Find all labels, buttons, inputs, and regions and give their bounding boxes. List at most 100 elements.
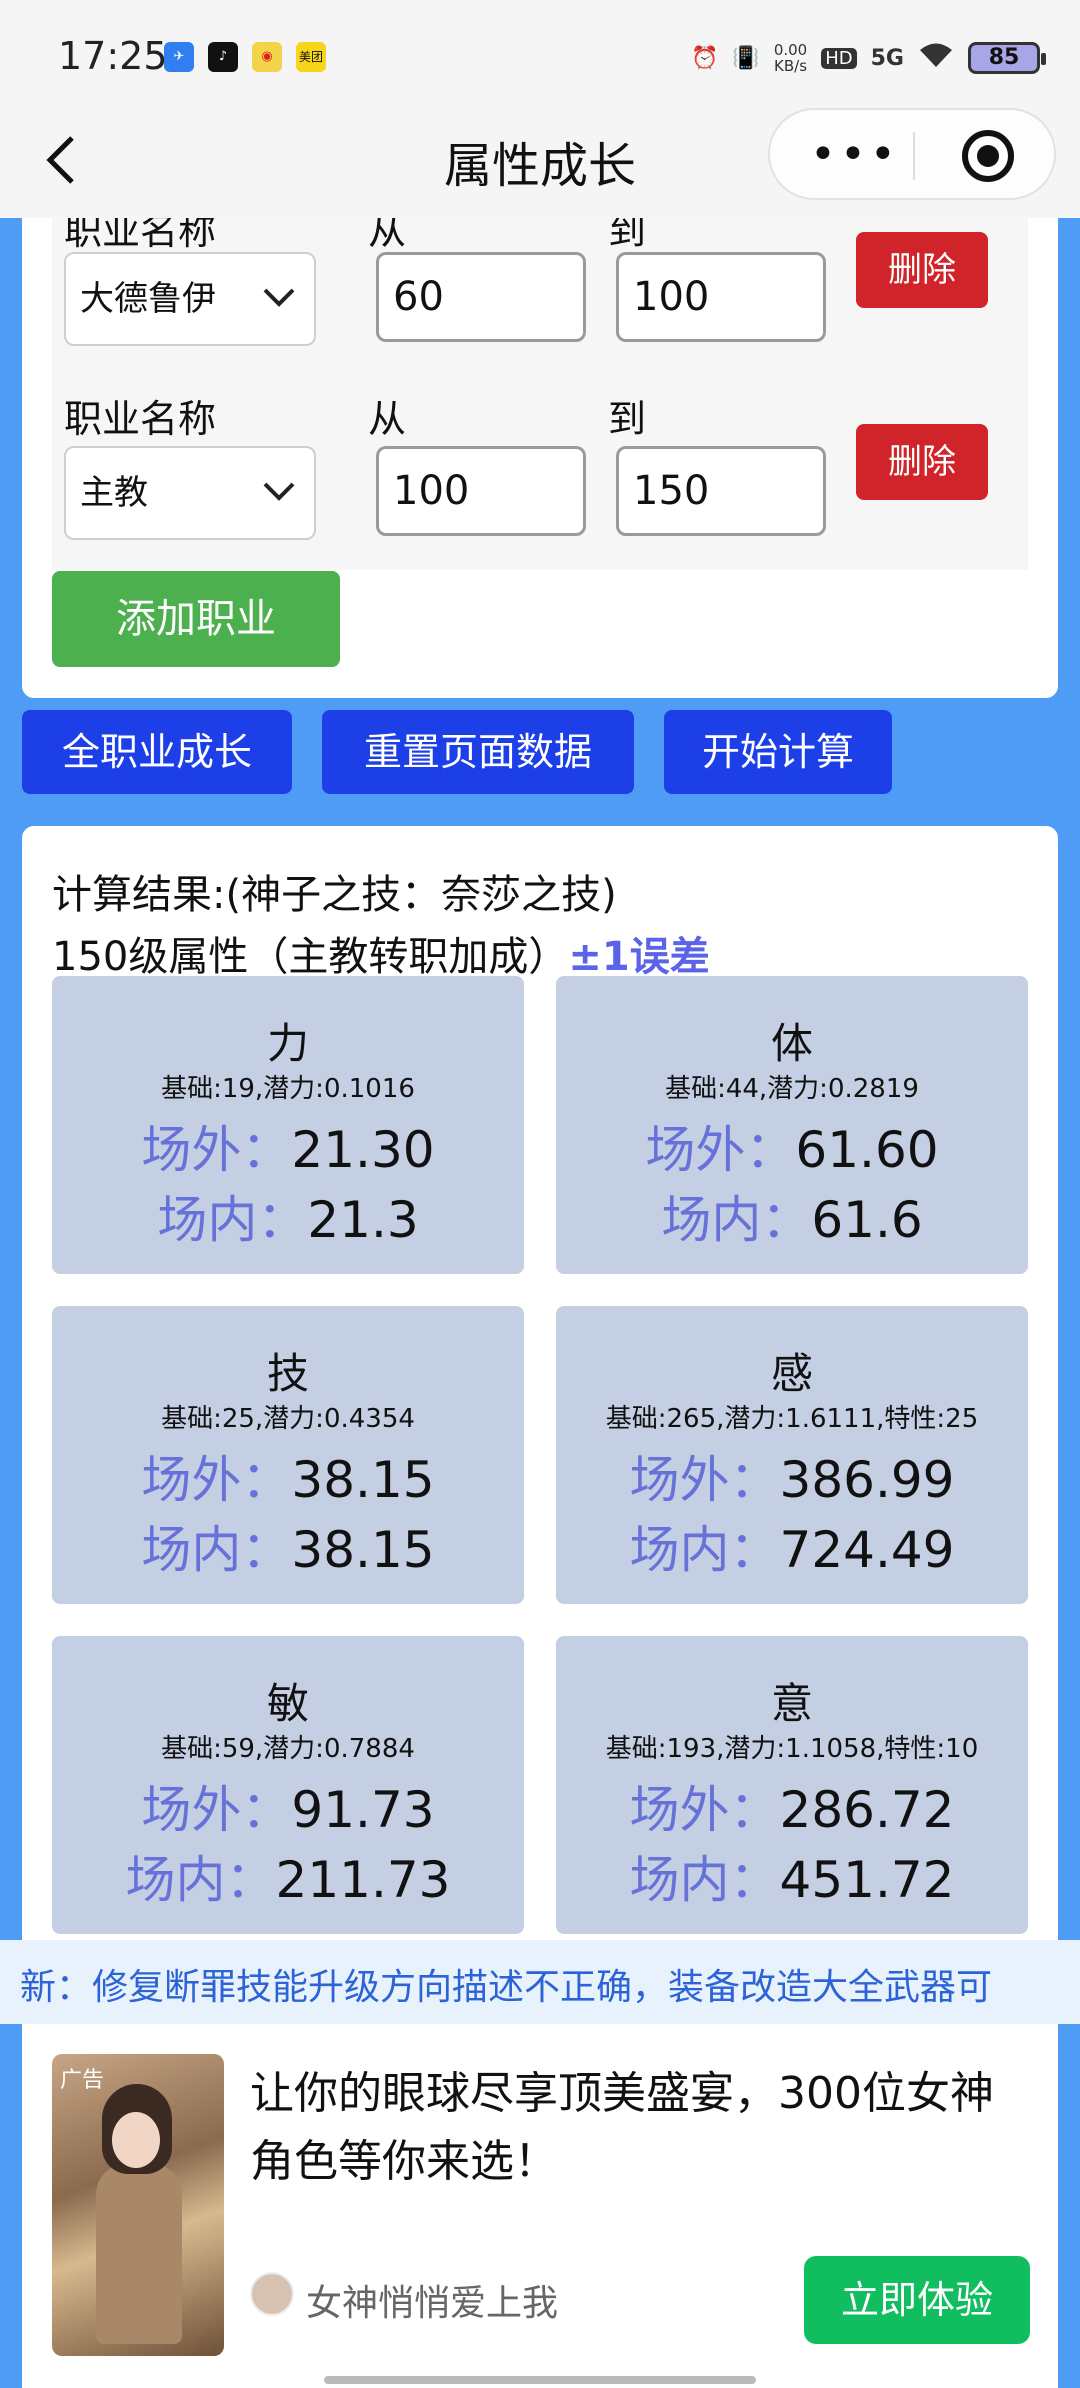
result-level-label: 150级属性（主教转职加成）: [52, 934, 569, 980]
error-note: ±1误差: [568, 934, 710, 980]
delete-button[interactable]: 删除: [856, 232, 988, 308]
wifi-icon: [918, 41, 954, 75]
result-title: 计算结果:(神子之技：奈莎之技): [52, 872, 617, 918]
inside-label: 场内：: [629, 1851, 780, 1909]
from-input[interactable]: 100: [376, 446, 586, 536]
capsule-divider: [913, 132, 915, 180]
stat-card-agi: 敏 基础:59,潜力:0.7884 场外：91.73 场内：211.73: [52, 1636, 524, 1934]
stat-outside: 场外：38.15: [52, 1440, 524, 1512]
inside-value: 38.15: [291, 1521, 435, 1579]
update-notice-ticker: 新：修复断罪技能升级方向描述不正确，装备改造大全武器可: [0, 1940, 1080, 2024]
net-speed: 0.00 KB/s: [773, 41, 808, 75]
vibrate-icon: 📳: [732, 45, 760, 71]
stat-name: 敏: [266, 1679, 309, 1728]
ad-image[interactable]: 广告: [52, 2054, 224, 2356]
ad-avatar: [250, 2272, 294, 2316]
stat-base: 基础:59,潜力:0.7884: [161, 1734, 415, 1764]
ad-banner[interactable]: 广告 让你的眼球尽享顶美盛宴，300位女神角色等你来选！ 女神悄悄爱上我 立即体…: [22, 2024, 1058, 2388]
hd-icon: HD: [821, 47, 857, 69]
ad-figure-body: [96, 2164, 182, 2344]
stat-base: 基础:193,潜力:1.1058,特性:10: [605, 1734, 979, 1764]
inside-value: 61.6: [811, 1191, 923, 1249]
stat-outside: 场外：21.30: [52, 1110, 524, 1182]
to-input[interactable]: 150: [616, 446, 826, 536]
stat-card-str: 力 基础:19,潜力:0.1016 场外：21.30 场内：21.3: [52, 976, 524, 1274]
job-select[interactable]: 主教: [64, 446, 316, 540]
stat-name: 体: [770, 1019, 813, 1068]
outside-value: 38.15: [291, 1451, 435, 1509]
reset-page-button[interactable]: 重置页面数据: [322, 710, 634, 794]
outside-value: 21.30: [291, 1121, 435, 1179]
from-label: 从: [368, 218, 407, 253]
inside-value: 21.3: [307, 1191, 419, 1249]
result-card: 计算结果:(神子之技：奈莎之技) 150级属性（主教转职加成）±1误差 力 基础…: [22, 826, 1058, 1956]
stat-inside: 场内：61.6: [556, 1180, 1028, 1252]
to-label: 到: [608, 218, 647, 253]
outside-label: 场外：: [645, 1121, 796, 1179]
outside-label: 场外：: [629, 1451, 780, 1509]
job-select-value: 大德鲁伊: [80, 279, 216, 319]
stat-outside: 场外：286.72: [556, 1770, 1028, 1842]
add-job-button[interactable]: 添加职业: [52, 571, 340, 667]
more-button[interactable]: •••: [810, 128, 900, 182]
home-indicator[interactable]: [324, 2376, 756, 2384]
outside-value: 61.60: [795, 1121, 939, 1179]
inside-value: 451.72: [779, 1851, 955, 1909]
stat-inside: 场内：451.72: [556, 1840, 1028, 1912]
job-select[interactable]: 大德鲁伊: [64, 252, 316, 346]
stat-outside: 场外：386.99: [556, 1440, 1028, 1512]
mini-program-capsule: •••: [768, 108, 1056, 200]
stat-base: 基础:25,潜力:0.4354: [161, 1404, 415, 1434]
try-now-button[interactable]: 立即体验: [804, 2256, 1030, 2344]
close-target-icon[interactable]: [962, 130, 1014, 182]
weibo-icon: ◉: [252, 42, 282, 72]
stat-inside: 场内：211.73: [52, 1840, 524, 1912]
job-list: 职业名称 从 到 大德鲁伊 60 100 删除 职业名称 从 到 主教 100 …: [52, 218, 1028, 570]
chevron-down-icon: [263, 482, 295, 501]
stat-card-sen: 感 基础:265,潜力:1.6111,特性:25 场外：386.99 场内：72…: [556, 1306, 1028, 1604]
outside-label: 场外：: [141, 1121, 292, 1179]
outside-value: 91.73: [291, 1781, 435, 1839]
job-name-label: 职业名称: [64, 218, 217, 253]
stat-name: 感: [770, 1349, 813, 1398]
app-blue-icon: ✈: [164, 42, 194, 72]
to-input[interactable]: 100: [616, 252, 826, 342]
stat-inside: 场内：38.15: [52, 1510, 524, 1582]
job-config-card: 职业名称 从 到 大德鲁伊 60 100 删除 职业名称 从 到 主教 100 …: [22, 218, 1058, 698]
nav-bar: 属性成长 •••: [0, 108, 1080, 218]
outside-label: 场外：: [141, 1451, 292, 1509]
status-bar: 17:25 ✈ ♪ ◉ 美团 ⏰ 📳 0.00 KB/s HD 5G 85: [0, 0, 1080, 118]
delete-button[interactable]: 删除: [856, 424, 988, 500]
battery-indicator: 85: [968, 42, 1046, 74]
ad-figure-face: [112, 2112, 160, 2168]
stat-inside: 场内：724.49: [556, 1510, 1028, 1582]
outside-value: 386.99: [779, 1451, 955, 1509]
chevron-down-icon: [263, 288, 295, 307]
stat-name: 力: [266, 1019, 309, 1068]
stat-base: 基础:265,潜力:1.6111,特性:25: [605, 1404, 979, 1434]
signal-icon: 5G: [870, 45, 904, 71]
stat-card-wil: 意 基础:193,潜力:1.1058,特性:10 场外：286.72 场内：45…: [556, 1636, 1028, 1934]
to-label: 到: [608, 397, 647, 441]
inside-label: 场内：: [141, 1521, 292, 1579]
from-input[interactable]: 60: [376, 252, 586, 342]
from-label: 从: [368, 397, 407, 441]
inside-label: 场内：: [661, 1191, 812, 1249]
result-subtitle: 150级属性（主教转职加成）±1误差: [52, 924, 710, 982]
job-name-label: 职业名称: [64, 397, 217, 441]
ad-headline: 让你的眼球尽享顶美盛宴，300位女神角色等你来选！: [250, 2068, 994, 2187]
alarm-icon: ⏰: [691, 45, 719, 71]
ad-app-name: 女神悄悄爱上我: [306, 2283, 559, 2324]
stat-base: 基础:44,潜力:0.2819: [665, 1074, 919, 1104]
outside-value: 286.72: [779, 1781, 955, 1839]
job-select-value: 主教: [80, 473, 148, 513]
stat-name: 意: [770, 1679, 813, 1728]
ad-tag: 广告: [60, 2068, 105, 2093]
inside-label: 场内：: [125, 1851, 276, 1909]
ticker-text: 新：修复断罪技能升级方向描述不正确，装备改造大全武器可: [20, 1967, 993, 2008]
all-job-growth-button[interactable]: 全职业成长: [22, 710, 292, 794]
start-calculate-button[interactable]: 开始计算: [664, 710, 892, 794]
status-indicators: ⏰ 📳 0.00 KB/s HD 5G 85: [691, 36, 1046, 80]
stat-card-tec: 技 基础:25,潜力:0.4354 场外：38.15 场内：38.15: [52, 1306, 524, 1604]
stat-outside: 场外：61.60: [556, 1110, 1028, 1182]
